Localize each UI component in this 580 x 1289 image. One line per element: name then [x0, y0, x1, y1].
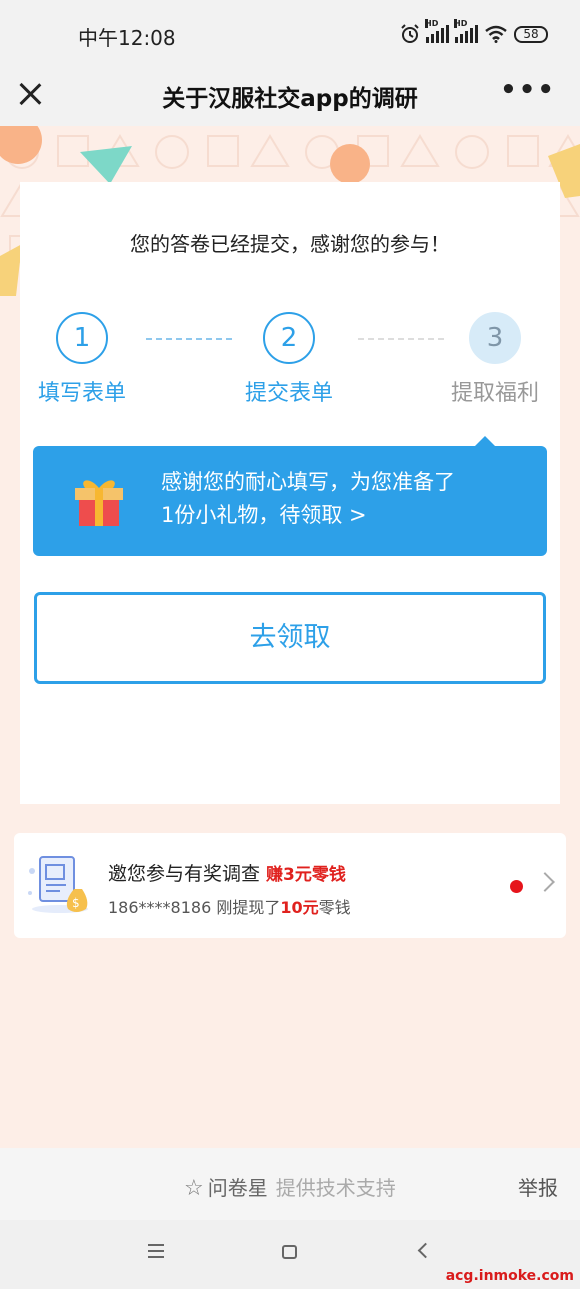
step-1-circle: 1 [56, 312, 108, 364]
hd-label: HD [425, 19, 439, 28]
wifi-icon [485, 25, 507, 43]
more-options-button[interactable]: ••• [500, 77, 556, 103]
nav-bar: 关于汉服社交app的调研 ••• [0, 70, 580, 126]
submission-message: 您的答卷已经提交，感谢您的参与！ [130, 232, 450, 256]
tech-support-text: 提供技术支持 [275, 1176, 396, 1200]
status-time: 中午12:08 [78, 26, 176, 50]
promo-sub-amount: 10元 [280, 898, 319, 917]
alarm-icon [401, 24, 419, 43]
status-bar: 中午12:08 HD HD 58 [0, 0, 580, 70]
gift-tip-banner[interactable]: 感谢您的耐心填写，为您准备了 1份小礼物，待领取 > [33, 436, 547, 556]
gift-tip-text: 感谢您的耐心填写，为您准备了 1份小礼物，待领取 > [161, 466, 531, 532]
battery-icon: 58 [514, 25, 548, 43]
step-3-label: 提取福利 [450, 381, 539, 406]
svg-text:$: $ [72, 896, 80, 910]
gift-icon [75, 480, 123, 526]
system-nav-bar: acg.inmoke.com [0, 1220, 580, 1289]
promo-title-text: 邀您参与有奖调查 [108, 863, 261, 885]
step-connector [358, 338, 444, 340]
step-2-label: 提交表单 [244, 381, 333, 406]
step-connector [146, 338, 232, 340]
tip-pointer [475, 436, 495, 446]
promo-sub-prefix: 186****8186 刚提现了 [108, 898, 281, 917]
home-icon[interactable] [282, 1245, 297, 1259]
promo-title: 邀您参与有奖调查 赚3元零钱 [108, 859, 346, 886]
signal-icon: HD [454, 19, 478, 43]
report-link[interactable]: 举报 [518, 1172, 558, 1201]
page-footer: ☆ 问卷星 提供技术支持 举报 [0, 1148, 580, 1220]
claim-button[interactable]: 去领取 [34, 592, 546, 684]
step-2-circle: 2 [263, 312, 315, 364]
reward-survey-promo[interactable]: $ 邀您参与有奖调查 赚3元零钱 186****8186 刚提现了10元零钱 [14, 833, 566, 938]
promo-subtitle: 186****8186 刚提现了10元零钱 [108, 894, 351, 918]
result-card: 您的答卷已经提交，感谢您的参与！ 1 2 3 填写表单 提交表单 提取福利 感谢… [20, 182, 560, 804]
watermark: acg.inmoke.com [445, 1268, 574, 1284]
back-icon[interactable] [417, 1242, 434, 1259]
status-icons: HD HD 58 [400, 19, 548, 44]
star-icon: ☆ [184, 1176, 204, 1201]
chevron-right-icon [535, 872, 555, 892]
page-title: 关于汉服社交app的调研 [162, 86, 418, 112]
signal-icon: HD [425, 19, 449, 43]
gift-tip-line-2[interactable]: 1份小礼物，待领取 > [161, 499, 531, 532]
hd-label: HD [454, 19, 468, 28]
promo-reward: 赚3元零钱 [266, 865, 346, 885]
notification-dot [510, 880, 523, 893]
promo-sub-suffix: 零钱 [318, 898, 351, 917]
step-3-circle: 3 [469, 312, 521, 364]
survey-document-icon: $ [28, 856, 88, 913]
gift-tip-line-1: 感谢您的耐心填写，为您准备了 [161, 470, 455, 494]
step-1-label: 填写表单 [37, 381, 126, 406]
footer-brand: ☆ 问卷星 提供技术支持 [184, 1172, 396, 1201]
menu-icon[interactable] [148, 1244, 164, 1262]
brand-name[interactable]: 问卷星 [208, 1176, 268, 1200]
